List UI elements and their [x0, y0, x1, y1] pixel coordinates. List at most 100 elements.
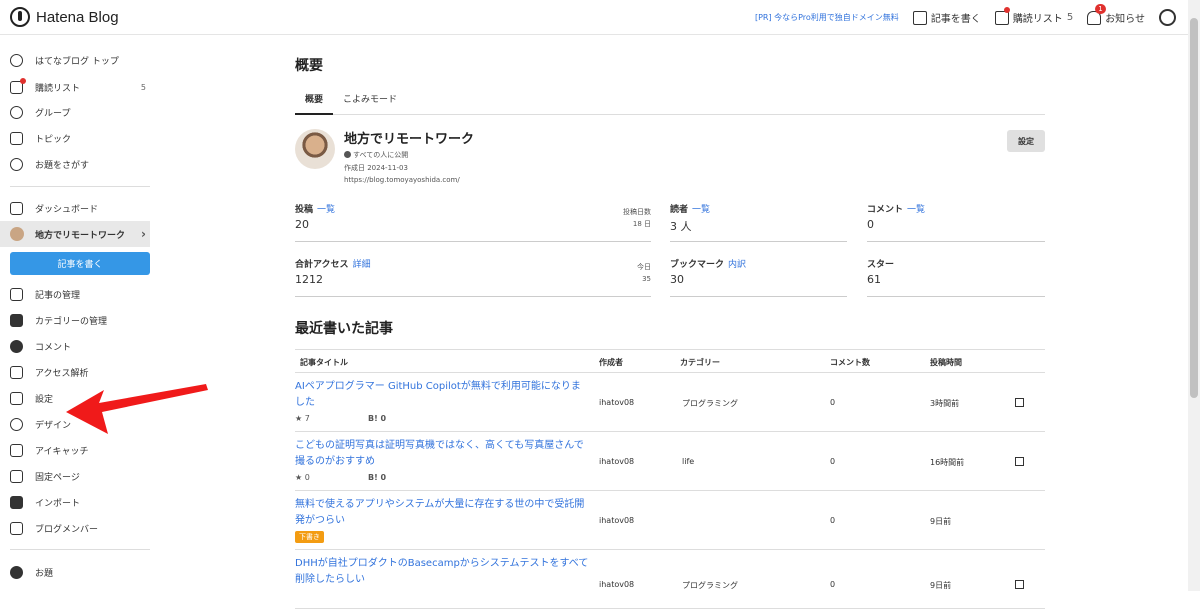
recent-entries-title: 最近書いた記事 — [295, 321, 393, 337]
external-link-icon[interactable] — [1015, 457, 1024, 466]
column-posted-time: 投稿時間 — [930, 358, 962, 367]
user-menu-icon[interactable] — [1159, 9, 1176, 26]
page-icon — [10, 469, 23, 483]
table-row: こどもの証明写真は証明写真機ではなく、高くても写真屋さんで撮るのがおすすめ ★ … — [295, 432, 1045, 491]
sidebar-item-label: コメント — [35, 342, 72, 353]
hatena-logo-icon — [10, 7, 30, 27]
sidebar-item-dashboard[interactable]: ダッシュボード — [0, 195, 150, 221]
blog-name[interactable]: 地方でリモートワーク — [344, 128, 474, 147]
entry-author: ihatov08 — [599, 516, 635, 525]
stat-value: 0 — [867, 218, 874, 231]
edit-icon — [10, 287, 23, 301]
stat-value: 3 人 — [670, 220, 692, 233]
entry-comment-count: 0 — [830, 580, 836, 589]
reading-list-link[interactable]: 購読リスト 5 — [994, 7, 1073, 25]
stat-label: 読者 一覧 — [670, 205, 711, 215]
comments-list-link[interactable]: 一覧 — [907, 205, 925, 215]
table-row: AIペアプログラマー GitHub Copilotが無料で利用可能になりました … — [295, 373, 1045, 432]
scrollbar-thumb[interactable] — [1190, 18, 1198, 398]
page-scrollbar[interactable] — [1188, 0, 1200, 591]
external-link-icon[interactable] — [1015, 398, 1024, 407]
annotation-arrow — [66, 384, 208, 434]
entry-posted-time: 16時間前 — [930, 458, 965, 467]
sidebar-item-members[interactable]: ブログメンバー — [0, 515, 150, 541]
access-detail-link[interactable]: 詳細 — [353, 260, 371, 270]
column-comment-count: コメント数 — [830, 358, 870, 367]
blog-created-date: 作成日 2024-11-03 — [344, 164, 408, 172]
pr-link[interactable]: [PR] 今ならPro利用で独自ドメイン無料 — [755, 12, 899, 23]
stat-label: 投稿 一覧 — [295, 205, 336, 215]
tab-overview[interactable]: 概要 — [295, 93, 334, 115]
stat-label: 合計アクセス 詳細 — [295, 260, 371, 270]
folder-icon — [10, 313, 23, 327]
sidebar-item-static-pages[interactable]: 固定ページ — [0, 463, 150, 489]
entry-title-link[interactable]: こどもの証明写真は証明写真機ではなく、高くても写真屋さんで撮るのがおすすめ — [295, 438, 590, 470]
top-right-nav: [PR] 今ならPro利用で独自ドメイン無料 記事を書く 購読リスト 5 1 お… — [755, 0, 1176, 35]
column-author: 作成者 — [599, 358, 623, 367]
stat-label: ブックマーク 内訳 — [670, 260, 747, 270]
sidebar-divider — [10, 186, 150, 187]
theme-search-icon — [10, 157, 23, 171]
stat-posts: 投稿 一覧 20 投稿日数 18 日 — [295, 202, 651, 242]
readers-list-link[interactable]: 一覧 — [692, 205, 710, 215]
entry-author: ihatov08 — [599, 457, 635, 466]
entry-posted-time: 9日前 — [930, 517, 952, 526]
entry-title-link[interactable]: DHHが自社プロダクトのBasecampからシステムテストをすべて削除したらしい — [295, 556, 590, 588]
sidebar-item-label: お題 — [35, 568, 54, 579]
eyecatch-icon — [10, 443, 23, 457]
entry-author: ihatov08 — [599, 580, 635, 589]
sidebar-item-label: お題をさがす — [35, 160, 90, 171]
topic-icon — [10, 131, 23, 145]
write-entry-link[interactable]: 記事を書く — [912, 10, 981, 25]
blog-url[interactable]: https://blog.tomoyayoshida.com/ — [344, 176, 460, 184]
odai-icon — [10, 565, 23, 579]
sidebar-item-categories[interactable]: カテゴリーの管理 — [0, 307, 150, 333]
table-row: 無料で使えるアプリやシステムが大量に存在する世の中で受託開発がつらい 下書き i… — [295, 491, 1045, 550]
hatena-blog-logo[interactable]: Hatena Blog — [10, 7, 119, 27]
sidebar-item-group[interactable]: グループ — [0, 99, 150, 125]
entry-category: life — [682, 457, 695, 466]
blog-settings-button[interactable]: 設定 — [1007, 130, 1045, 152]
sidebar-item-entries[interactable]: 記事の管理 — [0, 281, 150, 307]
visibility-text: すべての人に公開 — [353, 151, 409, 159]
write-entry-button[interactable]: 記事を書く — [10, 252, 150, 275]
tab-calendar-mode[interactable]: こよみモード — [333, 93, 407, 115]
group-icon — [10, 105, 23, 119]
posts-list-link[interactable]: 一覧 — [317, 205, 335, 215]
reading-list-label: 購読リスト — [1012, 14, 1063, 25]
sidebar-item-label: アクセス解析 — [35, 368, 89, 379]
stat-bookmarks: ブックマーク 内訳 30 — [670, 257, 847, 297]
stat-access: 合計アクセス 詳細 1212 今日 35 — [295, 257, 651, 297]
sidebar-item-theme-search[interactable]: お題をさがす — [0, 151, 150, 177]
sidebar-item-label: 固定ページ — [35, 472, 80, 483]
sidebar-item-eyecatch[interactable]: アイキャッチ — [0, 437, 150, 463]
bookmarks-breakdown-link[interactable]: 内訳 — [728, 260, 746, 270]
globe-icon — [344, 151, 351, 158]
sidebar-item-current-blog[interactable]: 地方でリモートワーク › — [0, 221, 150, 247]
entry-category: プログラミング — [682, 581, 738, 590]
column-title: 記事タイトル — [300, 358, 348, 367]
sidebar-item-odai[interactable]: お題 — [0, 559, 150, 585]
sidebar-item-comments[interactable]: コメント — [0, 333, 150, 359]
edit-icon — [912, 10, 927, 25]
entry-bookmarks: B! 0 — [368, 473, 387, 482]
blog-avatar — [295, 129, 335, 169]
sidebar-item-import[interactable]: インポート — [0, 489, 150, 515]
notification-badge: 1 — [1095, 4, 1106, 14]
sidebar-item-access[interactable]: アクセス解析 — [0, 359, 150, 385]
entries-table-header: 記事タイトル 作成者 カテゴリー コメント数 投稿時間 — [295, 349, 1045, 373]
notifications-link[interactable]: 1 お知らせ — [1087, 4, 1145, 25]
entry-title-link[interactable]: 無料で使えるアプリやシステムが大量に存在する世の中で受託開発がつらい — [295, 497, 590, 529]
sidebar-item-topic[interactable]: トピック — [0, 125, 150, 151]
stat-value: 20 — [295, 218, 309, 231]
sidebar-item-label: インポート — [35, 498, 81, 509]
unread-dot — [1003, 7, 1010, 13]
draft-badge: 下書き — [295, 531, 324, 543]
sidebar-item-label: 購読リスト — [35, 83, 81, 94]
entry-title-link[interactable]: AIペアプログラマー GitHub Copilotが無料で利用可能になりました — [295, 379, 590, 411]
top-bar: Hatena Blog [PR] 今ならPro利用で独自ドメイン無料 記事を書く… — [0, 0, 1188, 35]
external-link-icon[interactable] — [1015, 580, 1024, 589]
members-icon — [10, 521, 23, 535]
sidebar-item-hatena-top[interactable]: はてなブログ トップ — [0, 47, 150, 73]
sidebar-item-reading-list[interactable]: 購読リスト 5 — [0, 74, 150, 100]
